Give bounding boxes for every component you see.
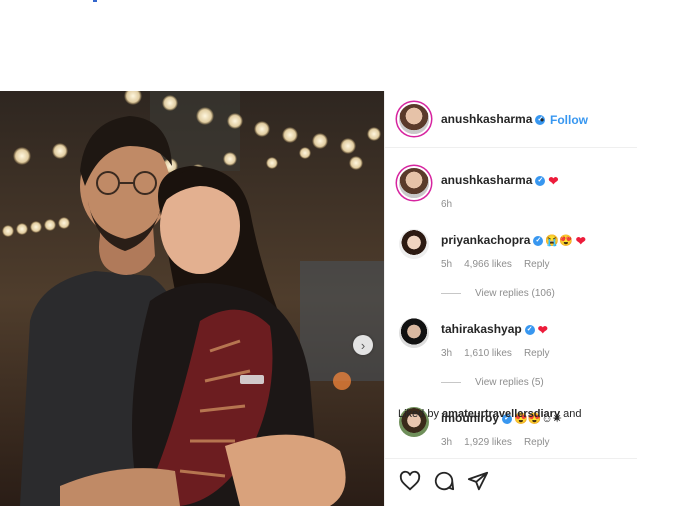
- comment-avatar[interactable]: [399, 229, 429, 259]
- caption-meta: 6h: [441, 199, 464, 210]
- comment-likes[interactable]: 4,966 likes: [464, 259, 512, 270]
- verified-badge-icon: ✓: [533, 235, 544, 246]
- comment-avatar[interactable]: [399, 318, 429, 348]
- author-avatar[interactable]: [399, 104, 429, 134]
- post-sidebar: anushkasharma ✓ • Follow anushkasharma ✓ ❤ …: [384, 91, 637, 506]
- comment-icon[interactable]: [433, 470, 455, 492]
- post-header: anushkasharma ✓ • Follow: [385, 91, 637, 148]
- comment-1: priyankachopra ✓ 😭😍 ❤: [441, 233, 586, 248]
- reply-button[interactable]: Reply: [524, 259, 550, 270]
- comment-2: tahirakashyap ✓ ❤: [441, 322, 548, 337]
- author-username-text[interactable]: anushkasharma: [441, 112, 532, 126]
- follow-button[interactable]: Follow: [550, 113, 588, 127]
- separator-dot: •: [540, 113, 545, 127]
- verified-badge-icon: ✓: [535, 175, 546, 186]
- comment-meta: 3h 1,610 likes Reply: [441, 348, 562, 359]
- comment-username[interactable]: priyankachopra: [441, 233, 530, 247]
- view-replies-button[interactable]: View replies (106): [441, 288, 555, 299]
- verified-badge-icon: ✓: [524, 324, 535, 335]
- divider-line: [441, 292, 461, 294]
- caption-avatar[interactable]: [399, 168, 429, 198]
- author-username[interactable]: anushkasharma ✓: [441, 112, 546, 126]
- caption-author: anushkasharma ✓ ❤: [441, 173, 558, 188]
- caption-time: 6h: [441, 199, 453, 210]
- post-photo: ›: [0, 91, 384, 506]
- comment-time: 3h: [441, 437, 453, 448]
- liked-by-user[interactable]: amateurtravellersdiary: [442, 408, 560, 420]
- view-replies-label[interactable]: View replies (5): [475, 377, 544, 388]
- comment-likes[interactable]: 1,610 likes: [464, 348, 512, 359]
- instagram-post-embed: › anushkasharma ✓ • Follow anushkasharma ✓…: [0, 91, 637, 506]
- divider-line: [441, 381, 461, 383]
- liked-by-prefix: Liked by: [398, 408, 439, 420]
- red-heart-icon: ❤: [548, 173, 559, 188]
- next-image-button[interactable]: ›: [353, 335, 373, 355]
- comment-time: 5h: [441, 259, 453, 270]
- chevron-right-icon: ›: [360, 337, 366, 353]
- reply-button[interactable]: Reply: [524, 348, 550, 359]
- comment-meta: 5h 4,966 likes Reply: [441, 259, 562, 270]
- post-actions-bar: [385, 458, 637, 507]
- liked-by-line: Liked by amateurtravellersdiary and: [398, 408, 581, 420]
- like-heart-icon[interactable]: [399, 470, 421, 492]
- red-heart-icon: ❤: [537, 322, 548, 337]
- reply-button[interactable]: Reply: [524, 437, 550, 448]
- comment-likes[interactable]: 1,929 likes: [464, 437, 512, 448]
- view-replies-button[interactable]: View replies (5): [441, 377, 544, 388]
- photo-illustration: [0, 91, 384, 506]
- red-heart-icon: ❤: [575, 233, 586, 248]
- comment-username[interactable]: tahirakashyap: [441, 322, 522, 336]
- view-replies-label[interactable]: View replies (106): [475, 288, 555, 299]
- comment-emojis: 😭😍: [545, 235, 573, 248]
- caption-username[interactable]: anushkasharma: [441, 173, 532, 187]
- comment-time: 3h: [441, 348, 453, 359]
- share-icon[interactable]: [467, 470, 489, 492]
- comment-meta: 3h 1,929 likes Reply: [441, 437, 562, 448]
- liked-by-suffix: and: [563, 408, 582, 420]
- top-link-fragment: [93, 0, 97, 2]
